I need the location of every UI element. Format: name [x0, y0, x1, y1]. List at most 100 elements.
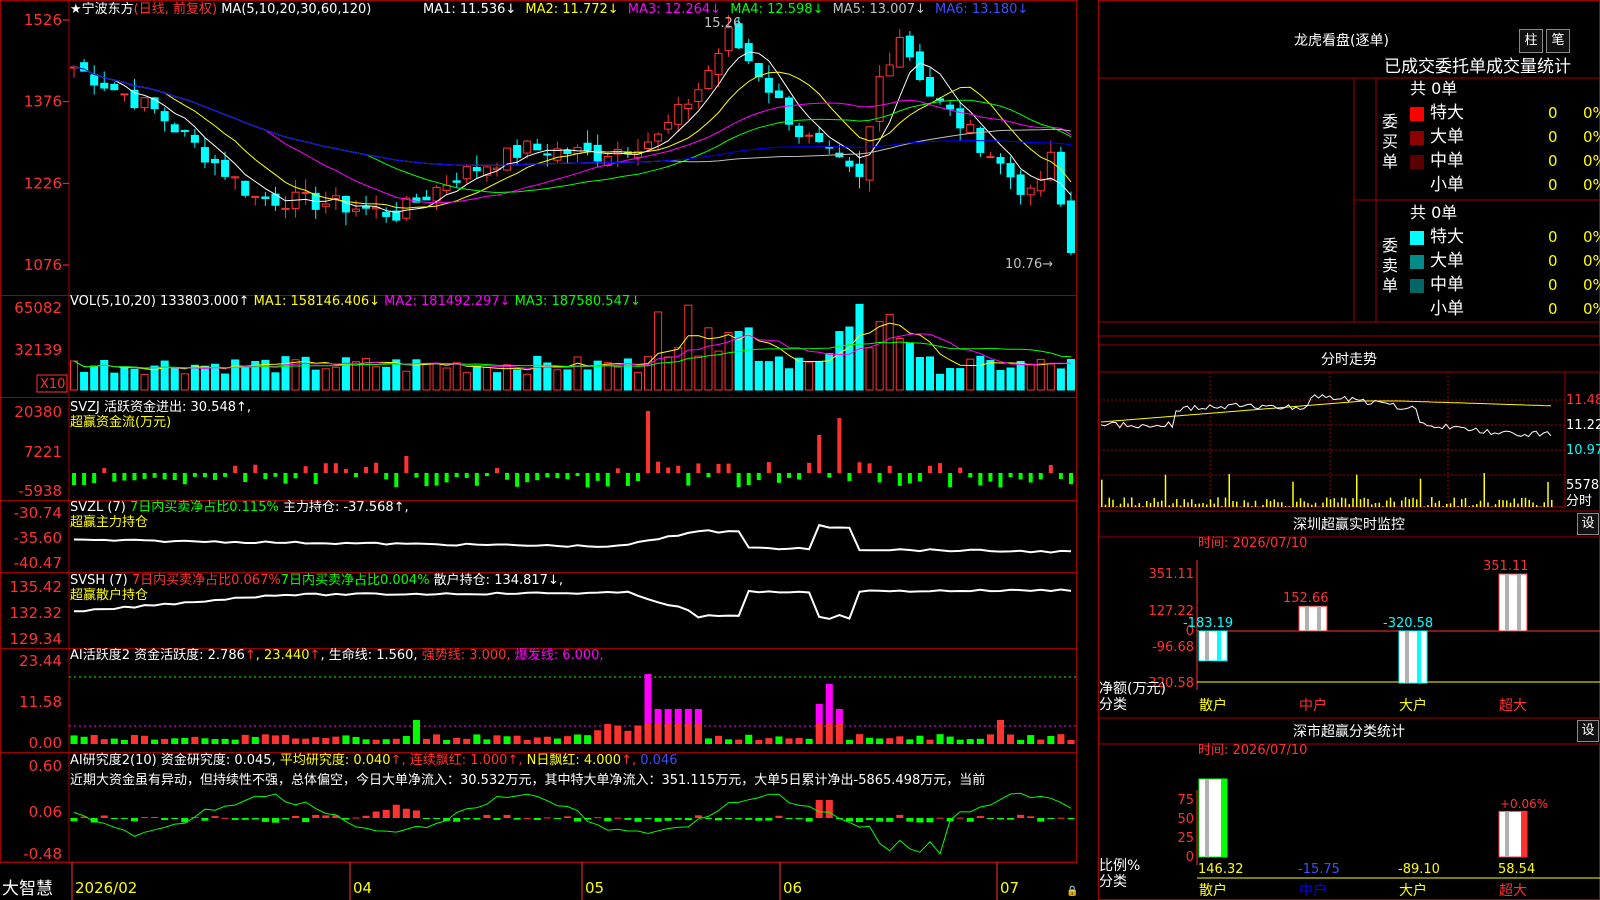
activity-bar	[241, 734, 249, 744]
flow-bar	[1068, 473, 1073, 485]
rs-y-tick: 0.60	[29, 757, 62, 775]
candle-body	[503, 147, 512, 171]
buy-label: 委买单	[1382, 112, 1399, 171]
color-swatch	[1410, 179, 1424, 193]
monitor-settings-button[interactable]: 设	[1577, 513, 1599, 535]
activity-bar	[181, 737, 189, 744]
ma-value-ma1: MA1: 11.536↓	[423, 2, 516, 17]
activity-bar	[463, 738, 471, 744]
activity-bar	[765, 738, 773, 744]
flow-bar	[1008, 473, 1013, 478]
activity-bar	[151, 739, 159, 744]
research-bar	[886, 818, 894, 822]
research-bar	[735, 818, 743, 820]
research-bar	[1017, 814, 1025, 818]
activity-burst-bar	[684, 709, 692, 724]
price-title-part: ★宁波东方	[70, 1, 134, 17]
candle-body	[593, 144, 602, 162]
volume-bar	[80, 371, 89, 391]
activity-bar	[1067, 739, 1075, 744]
stats-settings-button[interactable]: 设	[1577, 720, 1599, 742]
candle-body	[543, 153, 552, 156]
column-view-button[interactable]: 柱	[1519, 29, 1543, 53]
flow-bar	[746, 473, 751, 486]
flow-bar	[585, 473, 590, 488]
research-bar	[644, 818, 652, 819]
flow-bar	[646, 411, 651, 473]
volume-bar	[875, 321, 884, 391]
flow-bar	[948, 473, 953, 488]
sell-row: 中单 0 0%	[1410, 276, 1600, 294]
volume-bar	[170, 367, 179, 391]
right-panel: 龙虎看盘(逐单) 柱 笔 已成交委托单成交量统计 委买单 共 0单 委卖单 共 …	[1098, 0, 1600, 900]
volume-bar	[885, 313, 894, 391]
research-bar	[916, 818, 924, 823]
research-bar	[241, 818, 249, 820]
research-bar	[634, 818, 642, 822]
svsh-y-tick: 129.34	[10, 630, 63, 648]
volume-bar	[976, 355, 985, 391]
candle-body	[231, 176, 240, 179]
volume-bar	[744, 327, 753, 391]
volume-bar	[1006, 367, 1015, 391]
color-swatch	[1410, 230, 1424, 245]
candle-body	[210, 158, 220, 164]
research-bar	[614, 817, 622, 819]
ai-title-part: ↑	[310, 648, 321, 663]
buy-row: 特大 0 0%	[1410, 104, 1600, 122]
panel-frame	[0, 648, 1077, 753]
candle-body	[855, 163, 864, 177]
activity-bar	[543, 736, 551, 744]
research-bar	[100, 815, 108, 818]
research-bar	[654, 818, 662, 822]
row-label: 特大	[1430, 227, 1464, 247]
candle-body	[321, 203, 330, 207]
candle-body	[513, 145, 522, 158]
activity-bar	[443, 739, 451, 744]
research-bar	[402, 808, 410, 818]
candle-body	[966, 124, 975, 133]
svsh-title: SVSH (7) 7日内买卖净占比0.067%7日内买卖净占比0.004% 散户…	[70, 572, 563, 588]
activity-bar	[694, 724, 702, 744]
activity-burst-bar	[825, 684, 833, 724]
volume-bar	[603, 362, 612, 391]
ai-title-part: , 生命线: 1.560,	[320, 647, 421, 663]
research-bar	[362, 815, 370, 818]
volume-bar	[865, 347, 874, 391]
volume-bar	[674, 347, 683, 391]
flow-bar	[877, 473, 882, 483]
flow-bar	[253, 464, 258, 473]
flow-bar	[172, 473, 177, 481]
volume-bar	[180, 373, 189, 391]
research-bar	[422, 818, 431, 819]
flow-bar	[404, 456, 409, 473]
candle-body	[986, 156, 995, 159]
activity-bar	[161, 738, 169, 744]
activity-bar	[392, 738, 400, 744]
activity-bar	[1017, 739, 1025, 744]
research-bar	[322, 815, 330, 818]
price-title: ★宁波东方(日线, 前复权) MA(5,10,20,30,60,120)	[70, 1, 371, 17]
research-bar	[523, 817, 531, 819]
sell-row: 小单 0 0%	[1410, 300, 1600, 318]
tick-view-button[interactable]: 笔	[1546, 29, 1570, 53]
color-swatch	[1410, 106, 1424, 121]
candle-body	[241, 180, 250, 196]
volume-bar	[311, 369, 320, 391]
vol-title-part: MA3: 187580.547↓	[515, 294, 641, 309]
candle-body	[905, 35, 914, 58]
svzl-title: SVZL (7) 7日内买卖净占比0.115% 主力持仓: -37.568↑,	[70, 499, 409, 515]
volume-bar	[986, 359, 995, 391]
research-bar	[704, 818, 712, 819]
flow-bar	[847, 473, 852, 482]
ma-line-ma2	[73, 66, 1072, 209]
flow-bar	[686, 473, 691, 486]
activity-bar	[714, 735, 723, 744]
flow-bar	[797, 473, 802, 480]
ma-value-ma4: MA4: 12.598↓	[730, 2, 823, 17]
flow-bar	[464, 473, 469, 478]
activity-bar	[805, 738, 813, 744]
activity-bar	[614, 725, 622, 744]
volume-bar	[684, 304, 693, 391]
svzl-title-part: 主力持仓: -37.568↑,	[279, 500, 409, 515]
